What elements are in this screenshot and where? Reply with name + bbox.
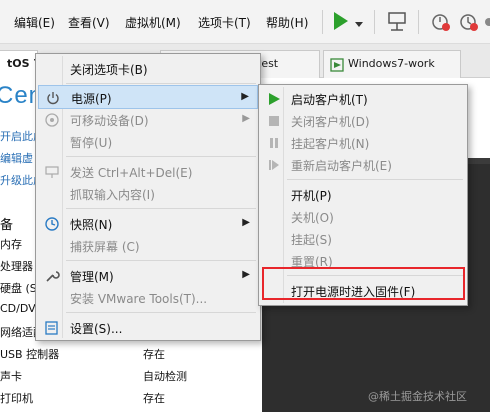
menu-item-settings[interactable]: 设置(S)...	[38, 316, 258, 340]
submenu-item-label: 开机(P)	[291, 189, 332, 203]
pause-icon	[266, 135, 282, 151]
submenu-item-power-on[interactable]: 开机(P)	[261, 183, 465, 207]
menu-item-label: 可移动设备(D)	[70, 114, 149, 128]
menu-item-label: 快照(N)	[70, 218, 113, 232]
submenu-item-label: 挂起(S)	[291, 233, 332, 247]
submenu-item-label: 重新启动客户机(E)	[291, 159, 392, 173]
submenu-item-power-off[interactable]: 关机(O)	[261, 205, 465, 229]
tab-label: tOS 7 ‹	[7, 57, 37, 70]
menu-item-label: 暂停(U)	[70, 136, 113, 150]
submenu-item-suspend-guest[interactable]: 挂起客户机(N)	[261, 131, 465, 155]
vm-icon	[330, 58, 344, 75]
menu-separator	[66, 312, 256, 313]
toolbar-separator	[322, 10, 323, 34]
menu-view[interactable]: 查看(V)	[68, 14, 110, 31]
menu-item-power[interactable]: 电源(P) ▶	[38, 85, 258, 109]
menu-item-label: 电源(P)	[71, 92, 112, 106]
menu-vm[interactable]: 虚拟机(M)	[125, 14, 181, 31]
menu-item-grab-input[interactable]: 抓取输入内容(I)	[38, 182, 258, 206]
menu-item-label: 抓取输入内容(I)	[70, 188, 155, 202]
device-sound-value: 自动检测	[143, 370, 187, 383]
submenu-item-label: 关闭客户机(D)	[291, 115, 370, 129]
device-memory[interactable]: 内存	[0, 236, 22, 252]
menu-item-pause[interactable]: 暂停(U)	[38, 130, 258, 154]
keyboard-icon	[44, 164, 60, 180]
submenu-arrow-icon: ▶	[242, 217, 250, 228]
submenu-item-label: 关机(O)	[291, 211, 334, 225]
removable-device-icon	[44, 112, 60, 128]
tab-centos[interactable]: tOS 7 ‹	[0, 50, 38, 79]
snapshot-icon	[44, 216, 60, 232]
menu-item-label: 设置(S)...	[70, 322, 123, 336]
menu-separator	[66, 208, 256, 209]
device-usb-value: 存在	[143, 348, 165, 361]
menu-item-label: 管理(M)	[70, 270, 114, 284]
dropdown-arrow-icon[interactable]	[354, 18, 364, 32]
power-icon	[45, 90, 61, 106]
device-processor[interactable]: 处理器	[0, 258, 33, 274]
stop-icon	[266, 113, 282, 129]
device-sound[interactable]: 声卡	[0, 368, 22, 384]
tab-context-menu: 关闭选项卡(B) 电源(P) ▶ 可移动设备(D) ▶ 暂停(U) 发送 Ctr…	[35, 53, 261, 341]
restart-icon	[266, 157, 282, 173]
menu-edit[interactable]: 编辑(E)	[14, 14, 55, 31]
menu-separator	[66, 83, 256, 84]
menu-item-label: 发送 Ctrl+Alt+Del(E)	[70, 166, 193, 180]
menu-item-removable-devices[interactable]: 可移动设备(D) ▶	[38, 108, 258, 132]
menu-item-install-vmware-tools[interactable]: 安装 VMware Tools(T)...	[38, 286, 258, 310]
menu-help[interactable]: 帮助(H)	[266, 14, 308, 31]
submenu-arrow-icon: ▶	[242, 113, 250, 124]
menu-item-manage[interactable]: 管理(M) ▶	[38, 264, 258, 288]
menu-tabs[interactable]: 选项卡(T)	[198, 14, 251, 31]
submenu-item-restart-guest[interactable]: 重新启动客户机(E)	[261, 153, 465, 177]
send-ctrl-alt-del-icon[interactable]	[386, 10, 408, 37]
menu-item-label: 捕获屏幕 (C)	[70, 240, 140, 254]
revert-snapshot-icon[interactable]	[458, 10, 480, 37]
menu-item-label: 关闭选项卡(B)	[70, 63, 148, 77]
menu-separator	[66, 260, 256, 261]
menu-item-send-ctrl-alt-del[interactable]: 发送 Ctrl+Alt+Del(E)	[38, 160, 258, 184]
menu-item-close-tab[interactable]: 关闭选项卡(B)	[38, 57, 258, 81]
watermark: @稀土掘金技术社区	[368, 390, 467, 403]
submenu-item-suspend[interactable]: 挂起(S)	[261, 227, 465, 251]
submenu-arrow-icon: ▶	[241, 91, 249, 102]
edit-settings-link[interactable]: 编辑虚	[0, 150, 33, 166]
menu-separator	[287, 179, 463, 180]
snapshot-icon[interactable]	[430, 10, 452, 37]
play-icon	[266, 91, 282, 107]
submenu-item-start-guest[interactable]: 启动客户机(T)	[261, 87, 465, 111]
device-printer-value: 存在	[143, 392, 165, 405]
menu-item-capture-screen[interactable]: 捕获屏幕 (C)	[38, 234, 258, 258]
toolbar-separator	[374, 10, 375, 34]
toolbar-separator	[418, 10, 419, 34]
wrench-icon	[44, 268, 60, 284]
highlight-annotation-box	[262, 267, 465, 300]
submenu-item-shutdown-guest[interactable]: 关闭客户机(D)	[261, 109, 465, 133]
menu-item-label: 安装 VMware Tools(T)...	[70, 292, 208, 306]
submenu-arrow-icon: ▶	[242, 269, 250, 280]
settings-icon	[44, 320, 60, 336]
submenu-item-label: 启动客户机(T)	[291, 93, 368, 107]
tab-windows7-work[interactable]: Windows7-work	[323, 50, 461, 78]
manage-snapshots-icon[interactable]	[484, 10, 490, 37]
device-printer[interactable]: 打印机	[0, 390, 33, 406]
play-icon[interactable]	[332, 10, 350, 35]
menu-separator	[66, 156, 256, 157]
menu-item-snapshot[interactable]: 快照(N) ▶	[38, 212, 258, 236]
devices-heading: 备	[0, 218, 14, 233]
tab-label: Windows7-work	[348, 57, 435, 70]
menubar: 编辑(E) 查看(V) 虚拟机(M) 选项卡(T) 帮助(H)	[0, 0, 490, 44]
submenu-item-label: 挂起客户机(N)	[291, 137, 370, 151]
device-usb[interactable]: USB 控制器	[0, 346, 59, 362]
